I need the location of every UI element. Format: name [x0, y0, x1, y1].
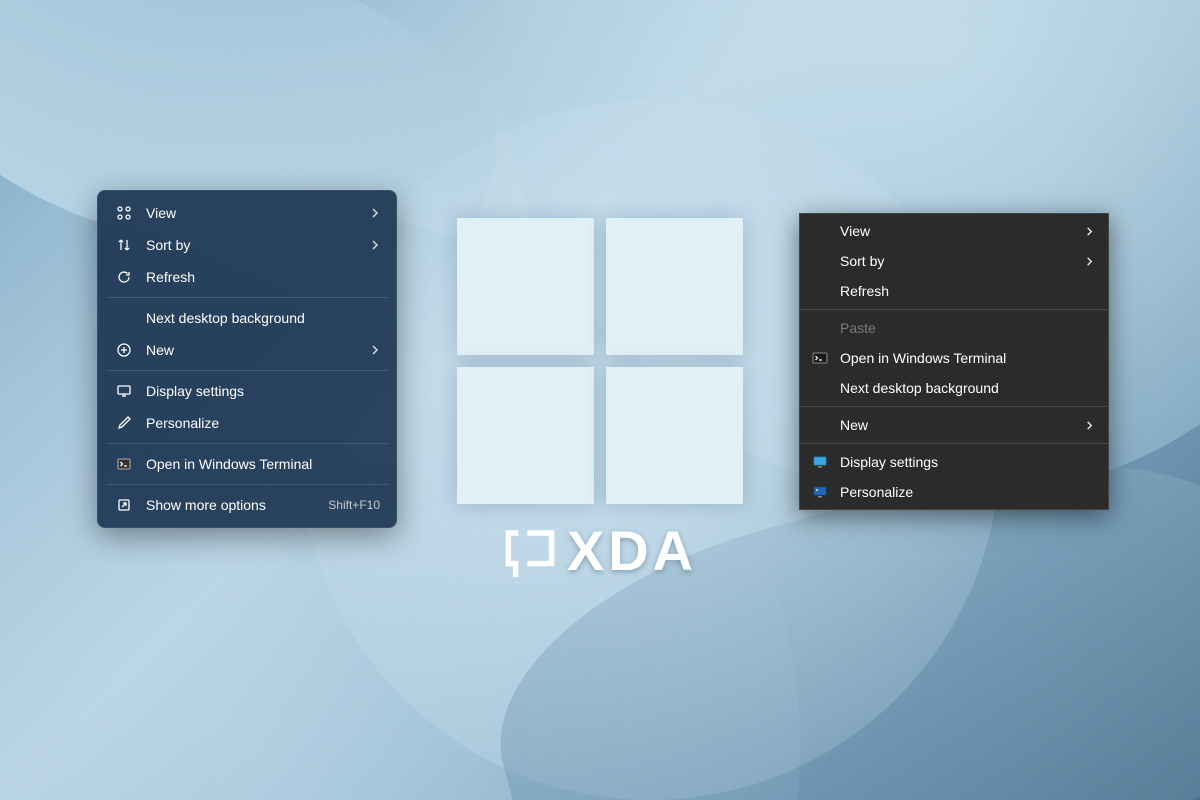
menu-item-next-desktop-bg[interactable]: Next desktop background	[800, 373, 1108, 403]
chevron-right-icon	[370, 205, 380, 221]
center-logo: XDA	[457, 218, 743, 583]
menu-item-label: View	[840, 223, 1085, 239]
menu-item-paste: Paste	[800, 313, 1108, 343]
menu-item-display-settings[interactable]: Display settings	[800, 447, 1108, 477]
menu-item-view[interactable]: View	[800, 216, 1108, 246]
expand-icon	[114, 497, 134, 513]
blank-icon	[810, 283, 830, 299]
menu-item-label: Next desktop background	[146, 310, 380, 326]
menu-item-label: Open in Windows Terminal	[840, 350, 1094, 366]
menu-separator	[106, 484, 388, 485]
menu-item-refresh[interactable]: Refresh	[800, 276, 1108, 306]
menu-item-label: Refresh	[146, 269, 380, 285]
windows-logo-square	[457, 218, 594, 355]
blank-icon	[810, 223, 830, 239]
menu-item-personalize[interactable]: Personalize	[800, 477, 1108, 507]
menu-item-sort-by[interactable]: Sort by	[104, 229, 390, 261]
windows-logo-icon	[457, 218, 743, 504]
menu-item-label: View	[146, 205, 370, 221]
windows-logo-square	[457, 367, 594, 504]
windows-logo-square	[606, 218, 743, 355]
blank-icon	[114, 310, 134, 326]
display-icon	[114, 383, 134, 399]
menu-separator	[800, 443, 1108, 444]
menu-item-terminal[interactable]: Open in Windows Terminal	[104, 448, 390, 480]
xda-bracket-icon	[503, 524, 557, 578]
menu-item-label: Show more options	[146, 497, 328, 513]
blank-icon	[810, 417, 830, 433]
menu-shortcut: Shift+F10	[328, 498, 380, 512]
menu-item-label: Display settings	[840, 454, 1094, 470]
menu-item-display-settings[interactable]: Display settings	[104, 375, 390, 407]
chevron-right-icon	[1085, 417, 1094, 433]
menu-item-label: Sort by	[146, 237, 370, 253]
blank-icon	[810, 253, 830, 269]
plus-circle-icon	[114, 342, 134, 358]
menu-item-label: Paste	[840, 320, 1094, 336]
menu-item-label: Open in Windows Terminal	[146, 456, 380, 472]
menu-item-new[interactable]: New	[104, 334, 390, 366]
menu-item-personalize[interactable]: Personalize	[104, 407, 390, 439]
personalize-icon	[810, 484, 830, 500]
menu-item-show-more[interactable]: Show more options Shift+F10	[104, 489, 390, 521]
blank-icon	[810, 380, 830, 396]
menu-separator	[800, 309, 1108, 310]
menu-item-next-desktop-bg[interactable]: Next desktop background	[104, 302, 390, 334]
menu-item-label: Refresh	[840, 283, 1094, 299]
menu-item-label: Next desktop background	[840, 380, 1094, 396]
desktop-wallpaper: XDA View Sort by Refresh Next d	[0, 0, 1200, 800]
menu-item-refresh[interactable]: Refresh	[104, 261, 390, 293]
sort-icon	[114, 237, 134, 253]
menu-item-terminal[interactable]: Open in Windows Terminal	[800, 343, 1108, 373]
context-menu-win11: View Sort by Refresh Next desktop backgr…	[97, 190, 397, 528]
chevron-right-icon	[370, 342, 380, 358]
menu-separator	[106, 443, 388, 444]
paint-icon	[114, 415, 134, 431]
menu-item-label: Personalize	[146, 415, 380, 431]
menu-item-sort-by[interactable]: Sort by	[800, 246, 1108, 276]
menu-item-label: Display settings	[146, 383, 380, 399]
xda-logo: XDA	[503, 518, 697, 583]
menu-separator	[106, 370, 388, 371]
windows-logo-square	[606, 367, 743, 504]
menu-item-label: Sort by	[840, 253, 1085, 269]
chevron-right-icon	[1085, 223, 1094, 239]
menu-separator	[800, 406, 1108, 407]
menu-item-view[interactable]: View	[104, 197, 390, 229]
blank-icon	[810, 320, 830, 336]
chevron-right-icon	[1085, 253, 1094, 269]
display-settings-icon	[810, 454, 830, 470]
terminal-icon	[114, 456, 134, 472]
grid-icon	[114, 205, 134, 221]
refresh-icon	[114, 269, 134, 285]
menu-item-label: Personalize	[840, 484, 1094, 500]
menu-item-new[interactable]: New	[800, 410, 1108, 440]
menu-separator	[106, 297, 388, 298]
context-menu-win10: View Sort by Refresh Paste Open in Windo…	[799, 213, 1109, 510]
menu-item-label: New	[840, 417, 1085, 433]
menu-item-label: New	[146, 342, 370, 358]
chevron-right-icon	[370, 237, 380, 253]
xda-text: XDA	[567, 518, 697, 583]
terminal-icon	[810, 350, 830, 366]
